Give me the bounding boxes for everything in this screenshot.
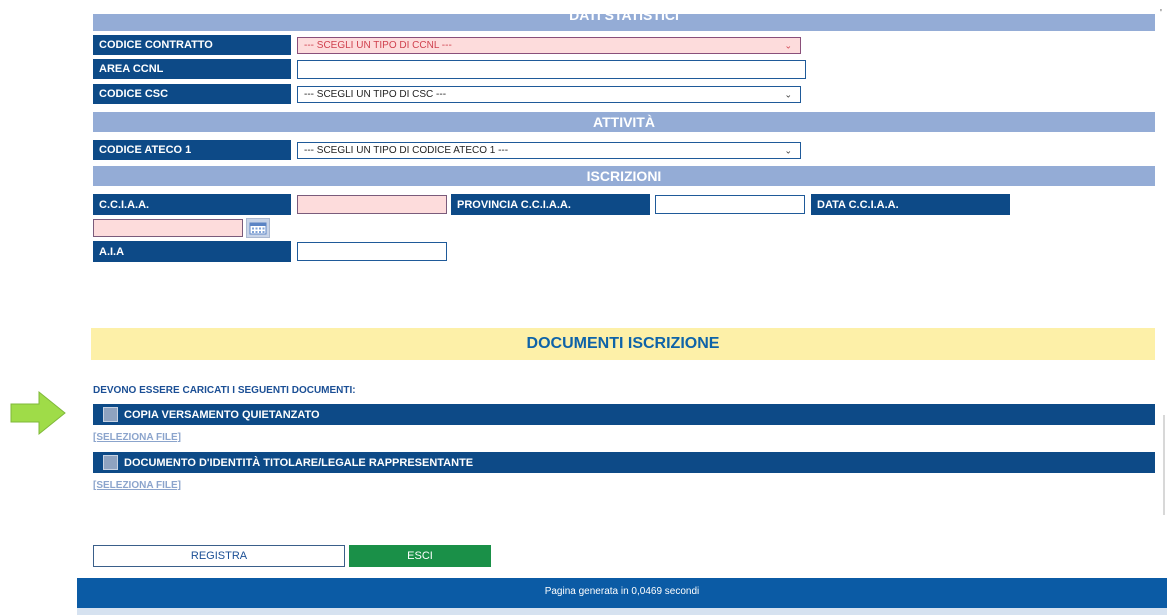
- chevron-down-icon: ⌄: [784, 89, 792, 99]
- input-data-cciaa[interactable]: [93, 219, 243, 237]
- footer-underline: [77, 608, 1167, 615]
- footer-text: Pagina generata in 0,0469 secondi: [544, 586, 700, 597]
- documenti-title: DOCUMENTI ISCRIZIONE: [526, 335, 720, 352]
- doc-checkbox[interactable]: [103, 407, 118, 422]
- scroll-marker: ': [1160, 8, 1162, 19]
- section-title: ATTIVITÀ: [593, 114, 655, 130]
- doc-checkbox[interactable]: [103, 455, 118, 470]
- label-cciaa: C.C.I.A.A.: [93, 194, 291, 215]
- select-codice-ateco-1[interactable]: --- SCEGLI UN TIPO DI CODICE ATECO 1 ---…: [297, 142, 801, 159]
- section-title: ISCRIZIONI: [586, 168, 662, 184]
- calendar-icon-graphic: [249, 222, 267, 235]
- label-provincia-cciaa: PROVINCIA C.C.I.A.A.: [451, 194, 650, 215]
- green-right-arrow-icon: [9, 389, 67, 437]
- label-aia: A.I.A: [93, 241, 291, 262]
- label-area-ccnl: AREA CCNL: [93, 59, 291, 79]
- label-text: CODICE CONTRATTO: [99, 39, 213, 51]
- label-codice-contratto: CODICE CONTRATTO: [93, 35, 291, 55]
- label-text: A.I.A: [99, 245, 125, 258]
- doc-label: COPIA VERSAMENTO QUIETANZATO: [124, 408, 320, 421]
- esci-button[interactable]: ESCI: [349, 545, 491, 567]
- input-area-ccnl[interactable]: [297, 60, 806, 79]
- select-value: --- SCEGLI UN TIPO DI CSC ---: [304, 89, 447, 100]
- section-attivita: ATTIVITÀ: [93, 112, 1155, 132]
- calendar-icon[interactable]: [246, 218, 270, 238]
- arrow-graphic: [10, 390, 66, 436]
- label-text: CODICE CSC: [99, 88, 169, 100]
- registra-button[interactable]: REGISTRA: [93, 545, 345, 567]
- select-value: --- SCEGLI UN TIPO DI CODICE ATECO 1 ---: [304, 145, 509, 156]
- button-label: ESCI: [407, 550, 433, 562]
- label-text: DATA C.C.I.A.A.: [817, 198, 899, 211]
- input-aia[interactable]: [297, 242, 447, 261]
- input-cciaa[interactable]: [297, 195, 447, 214]
- select-codice-contratto[interactable]: --- SCEGLI UN TIPO DI CCNL --- ⌄: [297, 37, 801, 54]
- input-provincia-cciaa[interactable]: [655, 195, 805, 214]
- section-dati-statistici: DATI STATISTICI: [93, 14, 1155, 31]
- label-codice-csc: CODICE CSC: [93, 84, 291, 104]
- button-label: REGISTRA: [190, 550, 248, 562]
- chevron-down-icon: ⌄: [784, 40, 792, 50]
- section-iscrizioni: ISCRIZIONI: [93, 166, 1155, 186]
- label-codice-ateco-1: CODICE ATECO 1: [93, 140, 291, 160]
- select-file-link-2[interactable]: [SELEZIONA FILE]: [93, 480, 181, 491]
- footer: Pagina generata in 0,0469 secondi: [77, 578, 1167, 608]
- documenti-intro: DEVONO ESSERE CARICATI I SEGUENTI DOCUME…: [93, 385, 356, 396]
- label-text: PROVINCIA C.C.I.A.A.: [457, 198, 571, 211]
- label-text: AREA CCNL: [99, 63, 164, 75]
- label-text: CODICE ATECO 1: [99, 144, 192, 156]
- label-data-cciaa: DATA C.C.I.A.A.: [811, 194, 1010, 215]
- section-title: DATI STATISTICI: [569, 14, 679, 23]
- doc-item-copia-versamento: COPIA VERSAMENTO QUIETANZATO: [93, 404, 1155, 425]
- documenti-title-bar: DOCUMENTI ISCRIZIONE: [91, 328, 1155, 360]
- label-text: C.C.I.A.A.: [99, 198, 150, 211]
- scrollbar-track[interactable]: [1163, 415, 1165, 515]
- chevron-down-icon: ⌄: [784, 145, 792, 155]
- select-value: --- SCEGLI UN TIPO DI CCNL ---: [304, 40, 452, 51]
- doc-item-documento-identita: DOCUMENTO D'IDENTITÀ TITOLARE/LEGALE RAP…: [93, 452, 1155, 473]
- doc-label: DOCUMENTO D'IDENTITÀ TITOLARE/LEGALE RAP…: [124, 456, 474, 469]
- select-file-link-1[interactable]: [SELEZIONA FILE]: [93, 432, 181, 443]
- select-codice-csc[interactable]: --- SCEGLI UN TIPO DI CSC --- ⌄: [297, 86, 801, 103]
